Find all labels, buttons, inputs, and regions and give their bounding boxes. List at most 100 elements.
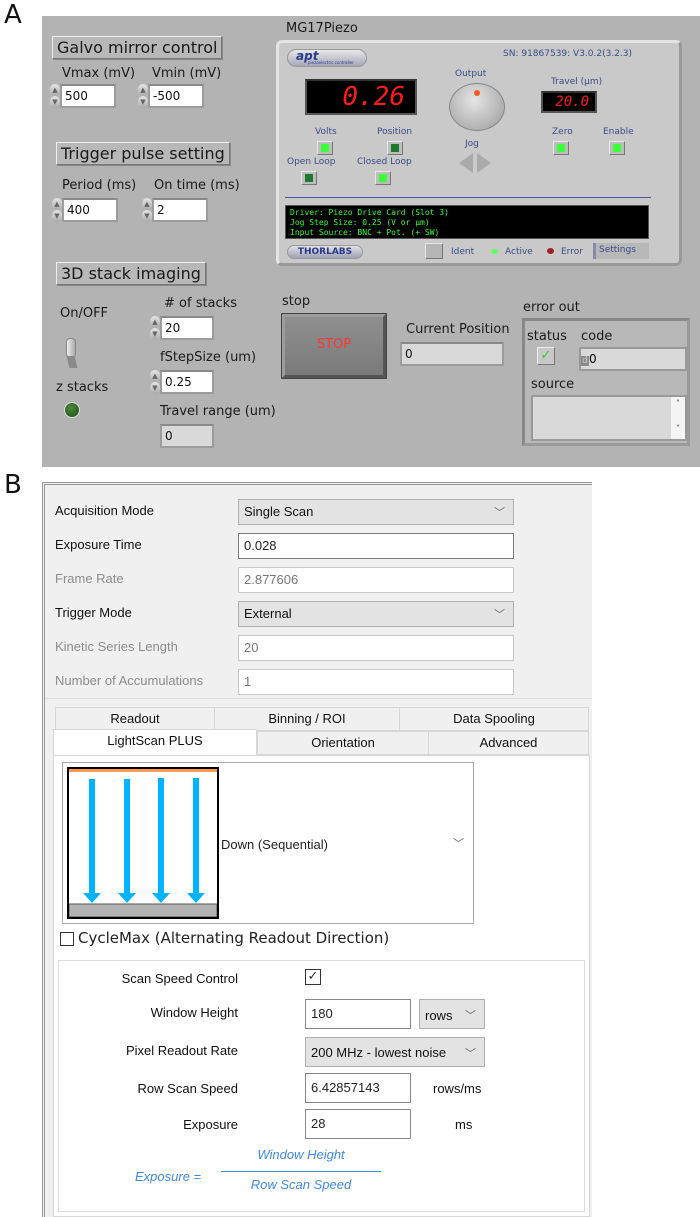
window-height-input[interactable]: 180 (305, 999, 411, 1029)
ident-button[interactable] (425, 243, 443, 259)
galvo-section-title: Galvo mirror control (52, 36, 223, 59)
enable-button[interactable] (609, 141, 625, 155)
output-label: Output (455, 69, 487, 79)
position-button[interactable] (387, 141, 403, 155)
error-label: Error (561, 247, 583, 257)
jog-left-arrow-icon[interactable] (459, 153, 473, 173)
acquisition-mode-label: Acquisition Mode (55, 503, 154, 518)
tab-data-spooling[interactable]: Data Spooling (399, 707, 589, 731)
decrement-icon[interactable]: ▼ (138, 96, 148, 108)
increment-icon[interactable]: ▲ (142, 198, 152, 210)
position-label: Position (377, 127, 413, 137)
scroll-down-icon[interactable]: ˅ (671, 424, 685, 433)
open-loop-button[interactable] (301, 171, 317, 185)
acquisition-mode-select[interactable]: Single Scan ﹀ (238, 499, 514, 525)
exposure-time-label: Exposure Time (55, 537, 142, 552)
travel-display: 20.0 (541, 91, 597, 113)
num-stacks-spinner[interactable]: ▲ ▼ (150, 316, 160, 340)
zero-button[interactable] (553, 141, 569, 155)
volts-button[interactable] (317, 141, 333, 155)
step-size-spinner[interactable]: ▲ ▼ (150, 370, 160, 394)
travel-label: Travel (µm) (551, 77, 603, 87)
formula-lhs: Exposure = (135, 1169, 202, 1184)
trigger-mode-select[interactable]: External ﹀ (238, 601, 514, 627)
thorlabs-logo: THORLABS (287, 245, 363, 259)
tab-binning-roi[interactable]: Binning / ROI (214, 707, 400, 731)
trigger-section-title: Trigger pulse setting (56, 142, 230, 165)
lightscan-tab-content: Down (Sequential) ﹀ CycleMax (Alternatin… (53, 755, 590, 1217)
vmin-label: Vmin (mV) (152, 66, 222, 81)
row-scan-speed-input[interactable]: 6.42857143 (305, 1073, 411, 1103)
andor-solis-settings-panel: Acquisition Mode Single Scan ﹀ Exposure T… (42, 482, 592, 1217)
period-label: Period (ms) (62, 178, 137, 193)
decrement-icon[interactable]: ▼ (142, 210, 152, 222)
scan-speed-group: Scan Speed Control ✓ Window Height 180 r… (58, 960, 585, 1212)
window-height-label: Window Height (150, 1005, 238, 1020)
open-loop-label: Open Loop (287, 157, 336, 167)
pixel-readout-rate-label: Pixel Readout Rate (125, 1043, 238, 1058)
zstack-toggle-switch[interactable] (66, 338, 78, 368)
travel-range-label: Travel range (um) (160, 404, 276, 419)
stop-label: stop (282, 294, 311, 309)
num-stacks-label: # of stacks (164, 296, 237, 311)
window-height-unit-select[interactable]: rows ﹀ (419, 999, 485, 1029)
current-position-indicator: 0 (400, 342, 504, 366)
piezo-activex-control: apt piezoelectric controller SN: 9186753… (276, 40, 682, 266)
increment-icon[interactable]: ▲ (50, 84, 60, 96)
tab-lightscan-plus[interactable]: LightScan PLUS (53, 729, 257, 755)
ontime-spinner[interactable]: ▲ ▼ (142, 198, 152, 222)
vmin-input[interactable]: -500 (148, 84, 204, 108)
closed-loop-button[interactable] (375, 171, 391, 185)
error-out-label: error out (523, 300, 580, 315)
tab-advanced[interactable]: Advanced (428, 731, 589, 755)
increment-icon[interactable]: ▲ (138, 84, 148, 96)
tab-orientation[interactable]: Orientation (257, 731, 429, 755)
tab-readout[interactable]: Readout (55, 707, 215, 731)
scan-direction-value: Down (Sequential) (221, 837, 328, 852)
source-scrollbar[interactable]: ˄ ˅ (671, 397, 685, 439)
vmin-spinner[interactable]: ▲ ▼ (138, 84, 148, 108)
decrement-icon[interactable]: ▼ (52, 210, 62, 222)
kinetic-series-length-label: Kinetic Series Length (55, 639, 178, 654)
divider (285, 197, 651, 198)
zstacks-label: z stacks (56, 380, 109, 395)
stop-button[interactable]: STOP (281, 313, 387, 379)
increment-icon[interactable]: ▲ (150, 316, 160, 328)
period-spinner[interactable]: ▲ ▼ (52, 198, 62, 222)
trigger-mode-label: Trigger Mode (55, 605, 132, 620)
cyclemax-checkbox[interactable] (60, 932, 74, 946)
code-value: 0 (589, 352, 597, 366)
chevron-down-icon: ﹀ (494, 507, 505, 519)
output-knob[interactable] (449, 83, 505, 131)
increment-icon[interactable]: ▲ (52, 198, 62, 210)
num-stacks-input[interactable]: 20 (160, 316, 214, 340)
scan-direction-select[interactable]: Down (Sequential) ﹀ (62, 762, 474, 924)
chevron-down-icon: ﹀ (494, 609, 505, 621)
period-input[interactable]: 400 (62, 198, 118, 222)
step-size-input[interactable]: 0.25 (160, 370, 214, 394)
decrement-icon[interactable]: ▼ (150, 328, 160, 340)
jog-right-arrow-icon[interactable] (477, 153, 491, 173)
enable-label: Enable (603, 127, 634, 137)
scan-speed-control-checkbox[interactable]: ✓ (305, 969, 321, 985)
error-out-cluster: status ✓ code d0 source ˄ ˅ (522, 318, 690, 446)
exposure-input[interactable]: 28 (305, 1109, 411, 1139)
code-radix: d (581, 356, 589, 366)
exposure-time-input[interactable]: 0.028 (238, 533, 514, 559)
acquisition-settings: Acquisition Mode Single Scan ﹀ Exposure T… (45, 485, 592, 699)
frame-rate-input: 2.877606 (238, 567, 514, 593)
status-label: status (527, 329, 567, 344)
decrement-icon[interactable]: ▼ (50, 96, 60, 108)
ontime-input[interactable]: 2 (152, 198, 208, 222)
scroll-up-icon[interactable]: ˄ (671, 399, 685, 408)
vmax-input[interactable]: 500 (60, 84, 116, 108)
decrement-icon[interactable]: ▼ (150, 382, 160, 394)
stack-section-title: 3D stack imaging (56, 262, 206, 285)
increment-icon[interactable]: ▲ (150, 370, 160, 382)
voltage-display: 0.26 (305, 79, 417, 115)
settings-button[interactable]: Settings (593, 243, 649, 259)
active-label: Active (505, 247, 533, 257)
pixel-readout-rate-select[interactable]: 200 MHz - lowest noise ﹀ (305, 1037, 485, 1067)
current-position-label: Current Position (406, 322, 510, 337)
vmax-spinner[interactable]: ▲ ▼ (50, 84, 60, 108)
